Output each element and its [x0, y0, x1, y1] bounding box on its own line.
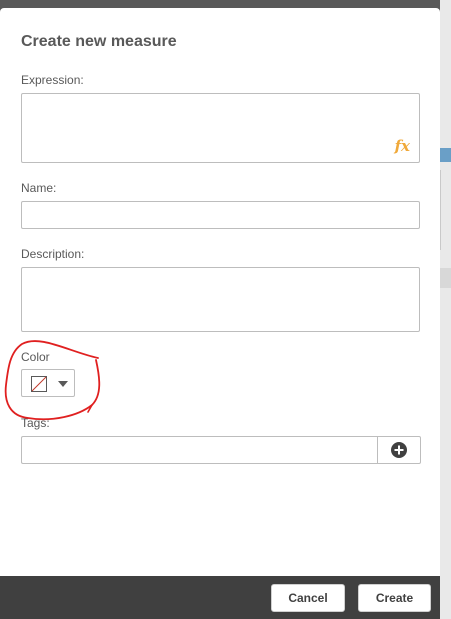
- color-picker-button[interactable]: [21, 369, 75, 397]
- fx-icon[interactable]: fx: [395, 137, 410, 155]
- name-label: Name:: [21, 181, 57, 195]
- plus-circle-icon: [391, 442, 407, 458]
- description-label: Description:: [21, 247, 85, 261]
- color-label: Color: [21, 350, 50, 364]
- caret-down-icon: [58, 381, 68, 387]
- dialog-title: Create new measure: [21, 33, 177, 50]
- tags-input[interactable]: [21, 436, 378, 464]
- background-app-detail: [440, 170, 451, 250]
- expression-label: Expression:: [21, 73, 84, 87]
- name-input[interactable]: [21, 201, 420, 229]
- add-tag-button[interactable]: [377, 436, 421, 464]
- tags-label: Tags:: [21, 416, 50, 430]
- background-app-highlight: [440, 148, 451, 162]
- cancel-button[interactable]: Cancel: [271, 584, 345, 612]
- create-button[interactable]: Create: [358, 584, 431, 612]
- no-color-swatch-icon: [31, 376, 47, 392]
- dialog-footer: Cancel Create: [0, 576, 440, 619]
- expression-input[interactable]: fx: [21, 93, 420, 163]
- create-measure-dialog: Create new measure Expression: fx Name: …: [0, 8, 440, 619]
- description-input[interactable]: [21, 267, 420, 332]
- background-app-strip: [440, 0, 451, 619]
- background-app-detail-2: [440, 268, 451, 288]
